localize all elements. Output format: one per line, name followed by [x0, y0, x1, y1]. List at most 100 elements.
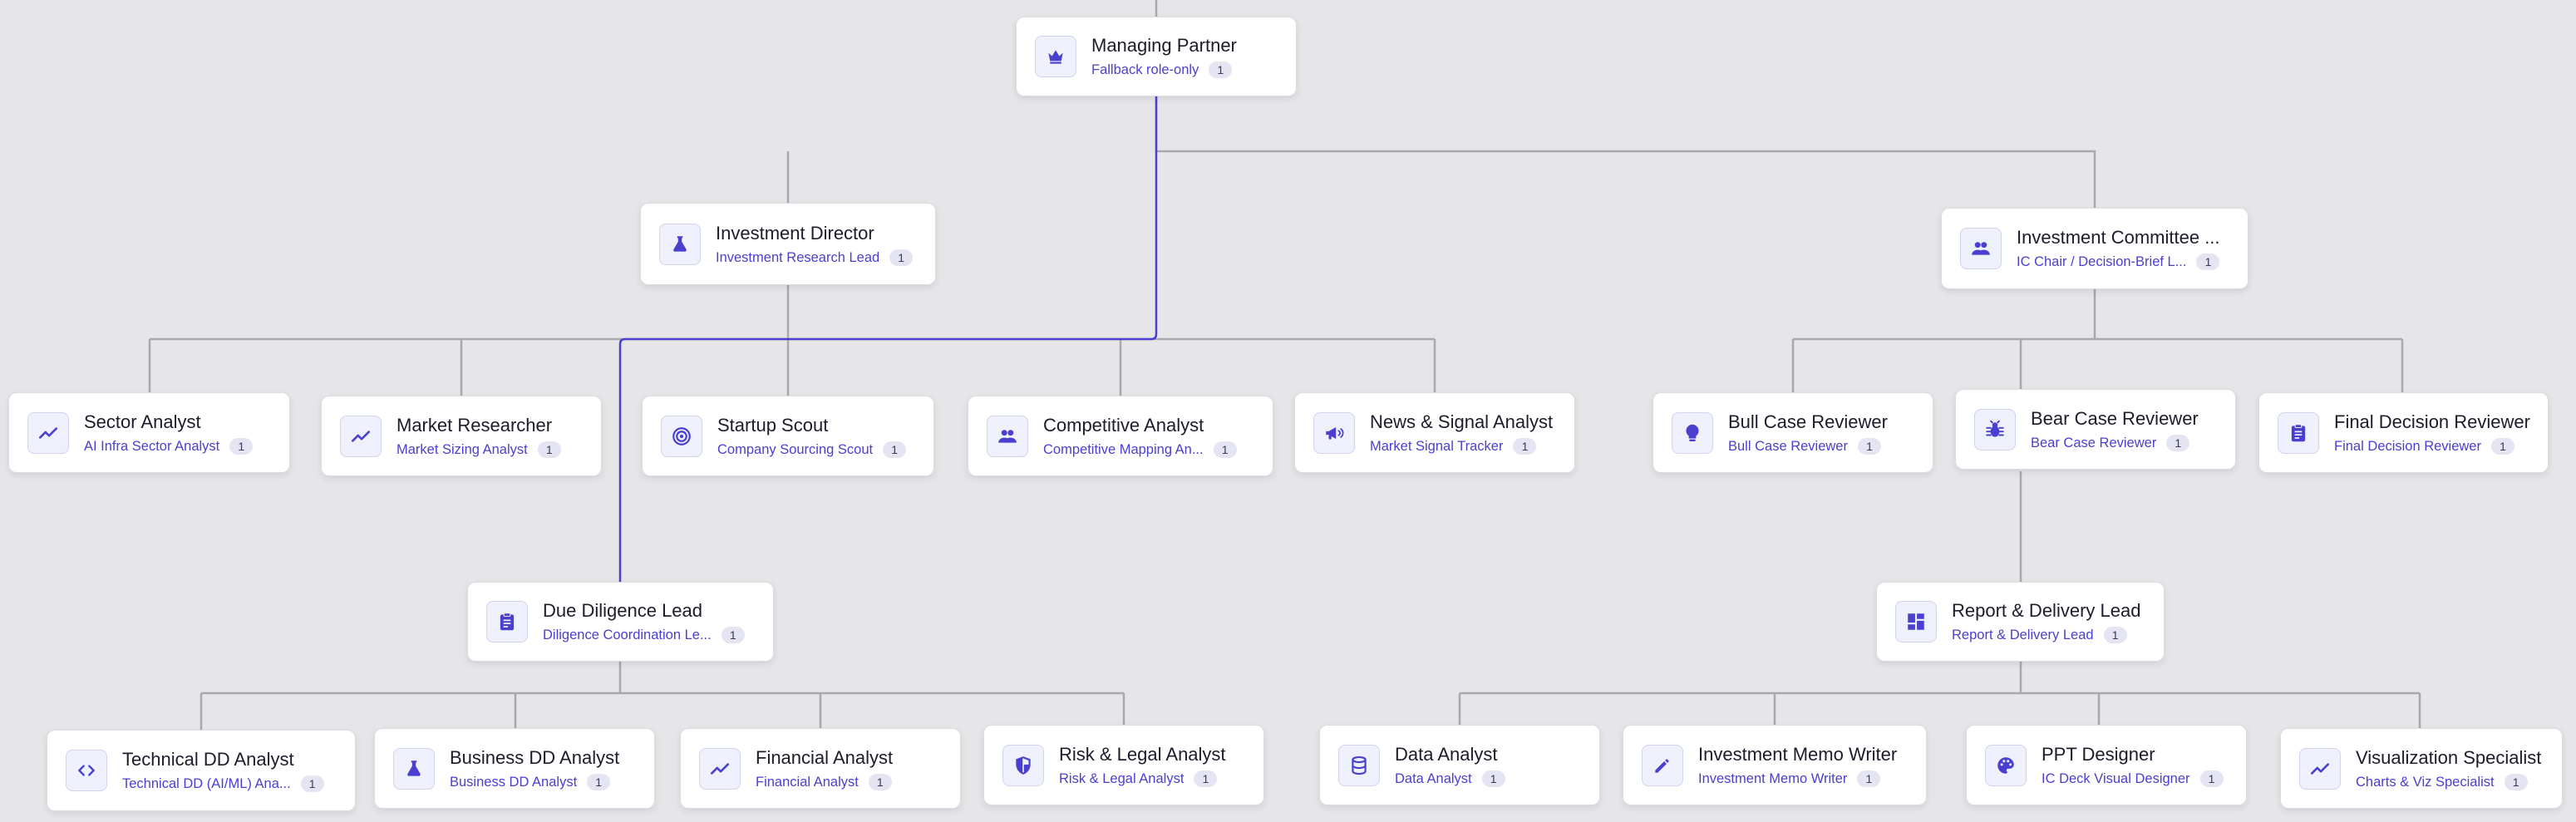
- palette-icon: [1985, 744, 2027, 786]
- org-chart-canvas[interactable]: Managing Partner Fallback role-only 1 In…: [0, 0, 2576, 822]
- node-title: Visualization Specialist: [2356, 746, 2542, 768]
- node-ppt-designer[interactable]: PPT Designer IC Deck Visual Designer 1: [1966, 725, 2247, 805]
- count-badge: 1: [1194, 770, 1218, 787]
- count-badge: 1: [2196, 253, 2220, 270]
- node-visualization-specialist[interactable]: Visualization Specialist Charts & Viz Sp…: [2280, 728, 2563, 809]
- node-title: Investment Memo Writer: [1698, 743, 1898, 765]
- node-sector-analyst[interactable]: Sector Analyst AI Infra Sector Analyst 1: [8, 392, 290, 473]
- node-subtitle: Risk & Legal Analyst: [1059, 770, 1185, 786]
- node-subtitle: AI Infra Sector Analyst: [84, 438, 220, 454]
- node-business-dd-analyst[interactable]: Business DD Analyst Business DD Analyst …: [374, 728, 655, 809]
- code-icon: [66, 750, 107, 791]
- count-badge: 1: [2199, 770, 2224, 787]
- node-title: Report & Delivery Lead: [1952, 600, 2141, 621]
- node-news-signal-analyst[interactable]: News & Signal Analyst Market Signal Trac…: [1294, 392, 1575, 473]
- node-subtitle: Bull Case Reviewer: [1728, 438, 1848, 454]
- shield-icon: [1002, 744, 1044, 786]
- node-title: Bull Case Reviewer: [1728, 411, 1888, 432]
- node-bull-case-reviewer[interactable]: Bull Case Reviewer Bull Case Reviewer 1: [1652, 392, 1933, 473]
- node-subtitle: Fallback role-only: [1091, 62, 1199, 77]
- megaphone-icon: [1313, 411, 1355, 454]
- node-title: Technical DD Analyst: [122, 749, 294, 770]
- node-subtitle: Company Sourcing Scout: [717, 441, 874, 457]
- count-badge: 1: [889, 249, 914, 266]
- node-title: Investment Committee ...: [2017, 227, 2220, 248]
- database-icon: [1338, 744, 1380, 786]
- count-badge: 1: [537, 441, 561, 458]
- node-market-researcher[interactable]: Market Researcher Market Sizing Analyst …: [321, 396, 602, 476]
- node-subtitle: Business DD Analyst: [450, 774, 578, 790]
- node-report-delivery-lead[interactable]: Report & Delivery Lead Report & Delivery…: [1876, 582, 2165, 662]
- lightbulb-icon: [1672, 411, 1713, 454]
- dashboard-icon: [1895, 601, 1937, 642]
- node-subtitle: Investment Memo Writer: [1698, 770, 1848, 786]
- node-subtitle: Report & Delivery Lead: [1952, 628, 2094, 642]
- node-subtitle: IC Deck Visual Designer: [2042, 770, 2190, 786]
- count-badge: 1: [1213, 441, 1237, 458]
- node-title: Competitive Analyst: [1043, 414, 1204, 436]
- node-investment-director[interactable]: Investment Director Investment Research …: [640, 203, 936, 285]
- group-icon: [1960, 228, 2002, 269]
- node-title: Due Diligence Lead: [543, 600, 703, 621]
- node-title: Investment Director: [716, 222, 874, 244]
- node-competitive-analyst[interactable]: Competitive Analyst Competitive Mapping …: [968, 396, 1273, 476]
- trend-line-icon: [2299, 747, 2341, 790]
- count-badge: 1: [1857, 437, 1881, 455]
- node-subtitle: Final Decision Reviewer: [2334, 438, 2481, 454]
- count-badge: 1: [2490, 437, 2514, 455]
- node-title: Market Researcher: [396, 414, 553, 436]
- count-badge: 1: [1209, 62, 1233, 78]
- node-title: Startup Scout: [717, 414, 829, 436]
- node-investment-committee[interactable]: Investment Committee ... IC Chair / Deci…: [1941, 208, 2248, 289]
- node-subtitle: Bear Case Reviewer: [2031, 435, 2157, 450]
- node-startup-scout[interactable]: Startup Scout Company Sourcing Scout 1: [642, 396, 934, 476]
- node-data-analyst[interactable]: Data Analyst Data Analyst 1: [1319, 725, 1600, 805]
- count-badge: 1: [868, 773, 892, 790]
- count-badge: 1: [587, 773, 611, 790]
- flask-icon: [393, 747, 435, 790]
- node-title: Final Decision Reviewer: [2334, 411, 2530, 432]
- count-badge: 1: [2504, 773, 2528, 790]
- node-subtitle: Financial Analyst: [756, 774, 859, 790]
- node-subtitle: IC Chair / Decision-Brief L...: [2017, 254, 2187, 269]
- node-risk-legal-analyst[interactable]: Risk & Legal Analyst Risk & Legal Analys…: [983, 725, 1264, 805]
- node-subtitle: Technical DD (AI/ML) Ana...: [122, 776, 291, 791]
- flask-icon: [659, 223, 701, 265]
- node-title: Risk & Legal Analyst: [1059, 743, 1226, 765]
- node-title: News & Signal Analyst: [1370, 411, 1554, 432]
- group-icon: [987, 415, 1028, 457]
- count-badge: 1: [2166, 434, 2190, 451]
- count-badge: 1: [721, 627, 745, 643]
- trend-line-icon: [699, 747, 741, 790]
- node-investment-memo-writer[interactable]: Investment Memo Writer Investment Memo W…: [1623, 725, 1927, 805]
- bug-icon: [1974, 408, 2016, 450]
- node-subtitle: Charts & Viz Specialist: [2356, 774, 2495, 790]
- node-financial-analyst[interactable]: Financial Analyst Financial Analyst 1: [680, 728, 961, 809]
- clipboard-icon: [486, 601, 528, 642]
- count-badge: 1: [1481, 770, 1505, 787]
- count-badge: 1: [229, 437, 254, 455]
- node-title: Bear Case Reviewer: [2031, 407, 2199, 429]
- trend-line-icon: [340, 415, 382, 457]
- target-icon: [661, 415, 702, 457]
- node-final-decision-reviewer[interactable]: Final Decision Reviewer Final Decision R…: [2258, 392, 2549, 473]
- node-subtitle: Market Signal Tracker: [1370, 438, 1504, 454]
- count-badge: 1: [1513, 437, 1537, 455]
- trend-line-icon: [27, 411, 69, 454]
- node-title: Business DD Analyst: [450, 746, 620, 768]
- node-title: Financial Analyst: [756, 746, 894, 768]
- node-title: Data Analyst: [1395, 743, 1498, 765]
- count-badge: 1: [1857, 770, 1881, 787]
- crown-icon: [1035, 36, 1076, 77]
- node-subtitle: Diligence Coordination Le...: [543, 628, 712, 642]
- node-subtitle: Competitive Mapping An...: [1043, 441, 1204, 457]
- node-due-diligence-lead[interactable]: Due Diligence Lead Diligence Coordinatio…: [467, 582, 774, 662]
- count-badge: 1: [883, 441, 907, 458]
- node-subtitle: Data Analyst: [1395, 770, 1472, 786]
- node-title: Sector Analyst: [84, 411, 201, 432]
- node-managing-partner[interactable]: Managing Partner Fallback role-only 1: [1016, 17, 1297, 96]
- node-technical-dd-analyst[interactable]: Technical DD Analyst Technical DD (AI/ML…: [47, 730, 356, 811]
- count-badge: 1: [2103, 627, 2127, 643]
- node-title: Managing Partner: [1091, 35, 1237, 56]
- node-bear-case-reviewer[interactable]: Bear Case Reviewer Bear Case Reviewer 1: [1955, 389, 2236, 470]
